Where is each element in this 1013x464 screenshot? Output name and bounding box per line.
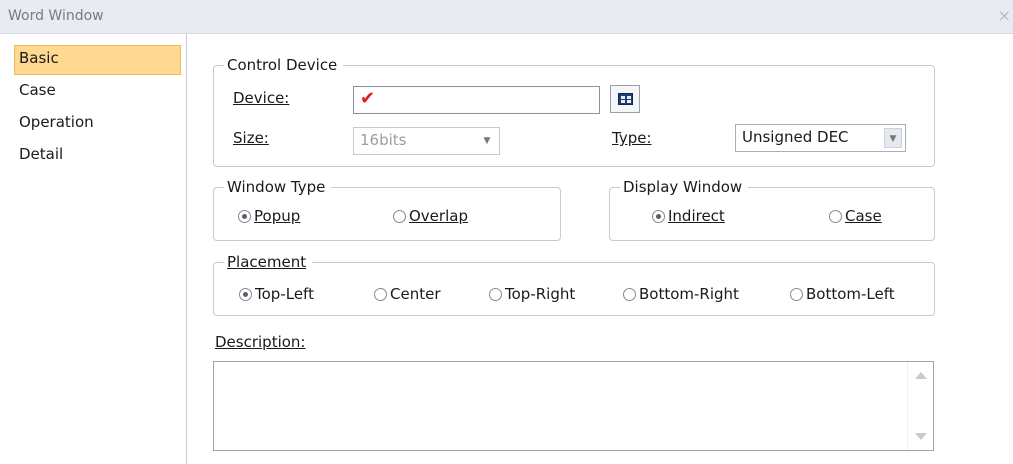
radio-overlap[interactable]: Overlap	[393, 206, 468, 226]
scroll-up-arrow-icon[interactable]	[915, 372, 927, 379]
radio-checked-icon	[238, 209, 251, 223]
device-label: Device:	[233, 89, 290, 107]
radio-unchecked-icon	[623, 287, 636, 301]
radio-bottom-right[interactable]: Bottom-Right	[623, 284, 739, 304]
radio-checked-icon	[239, 287, 252, 301]
placement-legend: Placement	[224, 252, 313, 272]
radio-unchecked-icon	[393, 209, 406, 223]
radio-unchecked-icon	[489, 287, 502, 301]
device-input[interactable]: ✔	[353, 86, 600, 114]
size-label: Size:	[233, 129, 269, 147]
type-label: Type:	[612, 129, 652, 147]
chevron-down-icon[interactable]: ▼	[884, 128, 902, 148]
sidebar-item-detail[interactable]: Detail	[14, 141, 181, 171]
sidebar: Basic Case Operation Detail	[0, 34, 187, 464]
sidebar-item-case[interactable]: Case	[14, 77, 181, 107]
description-label: Description:	[215, 333, 306, 351]
radio-case[interactable]: Case	[829, 206, 882, 226]
chevron-down-icon: ▼	[483, 136, 491, 146]
radio-bottom-left[interactable]: Bottom-Left	[790, 284, 895, 304]
device-browse-icon	[618, 93, 633, 105]
size-value: 16bits	[360, 131, 407, 149]
size-select[interactable]: 16bits ▼	[353, 127, 500, 155]
display-window-legend: Display Window	[620, 177, 749, 197]
close-icon[interactable]: ×	[998, 6, 1011, 25]
device-required-mark: ✔	[360, 88, 376, 109]
sidebar-item-basic[interactable]: Basic	[14, 45, 181, 75]
title-bar: Word Window ×	[0, 0, 1013, 34]
window-title: Word Window	[8, 8, 104, 24]
radio-popup[interactable]: Popup	[238, 206, 300, 226]
description-textarea[interactable]	[213, 361, 934, 451]
radio-unchecked-icon	[829, 209, 842, 223]
radio-indirect[interactable]: Indirect	[652, 206, 725, 226]
radio-center[interactable]: Center	[374, 284, 441, 304]
description-scrollbar[interactable]	[907, 362, 933, 450]
control-device-legend: Control Device	[224, 55, 344, 75]
radio-unchecked-icon	[790, 287, 803, 301]
radio-unchecked-icon	[374, 287, 387, 301]
radio-checked-icon	[652, 209, 665, 223]
type-select[interactable]: Unsigned DEC ▼	[735, 124, 906, 152]
window-type-legend: Window Type	[224, 177, 332, 197]
sidebar-item-operation[interactable]: Operation	[14, 109, 181, 139]
radio-top-right[interactable]: Top-Right	[489, 284, 575, 304]
device-browse-button[interactable]	[610, 85, 640, 113]
radio-top-left[interactable]: Top-Left	[239, 284, 314, 304]
scroll-down-arrow-icon[interactable]	[915, 433, 927, 440]
type-value: Unsigned DEC	[742, 128, 849, 146]
